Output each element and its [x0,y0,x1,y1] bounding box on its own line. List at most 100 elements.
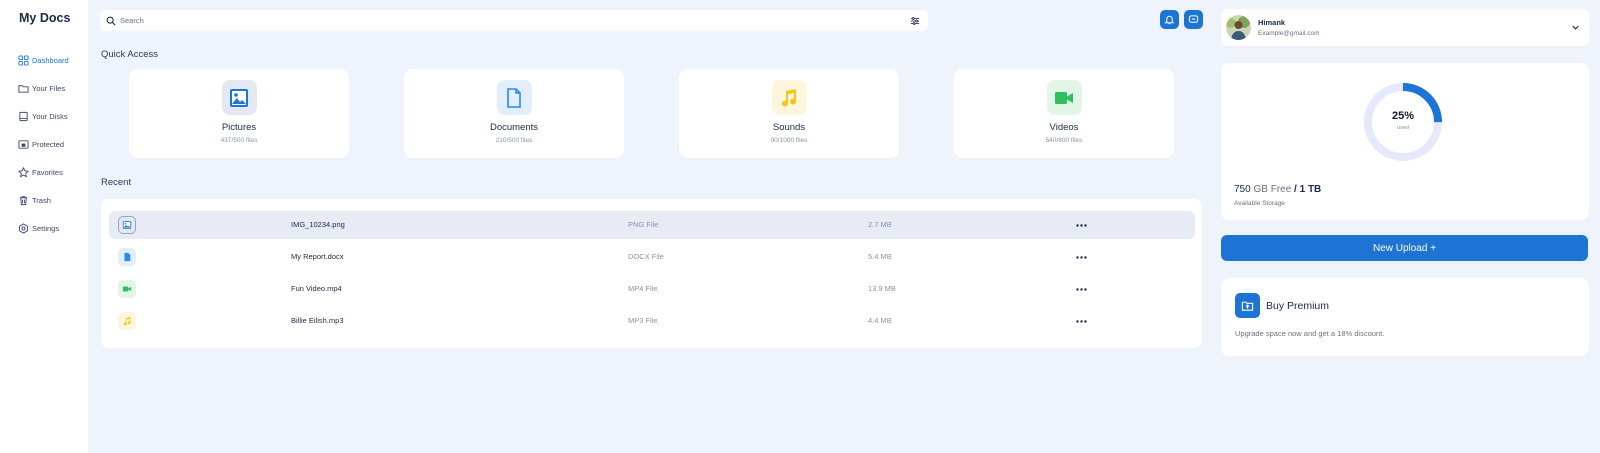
file-type: PNG File [628,220,659,229]
sidebar-item-label: Favorites [32,167,63,177]
search-input[interactable] [120,16,910,25]
folder-icon [18,84,29,93]
sidebar-item-dashboard[interactable]: Dashboard [18,46,69,74]
table-row[interactable]: Billie Eilish.mp3 MP3 File 4.4 MB [109,307,1195,335]
chevron-down-icon [1572,25,1579,30]
sidebar-item-label: Your Files [32,83,66,93]
file-type: MP3 File [628,316,658,325]
storage-total: 1 TB [1299,184,1322,195]
file-name: My Report.docx [291,252,344,261]
search-bar [100,10,928,31]
disk-icon [19,111,28,121]
sidebar-item-settings[interactable]: Settings [18,214,69,242]
music-icon [782,88,797,107]
sidebar-item-protected[interactable]: Protected [18,130,69,158]
more-horizontal-icon [1075,319,1087,323]
storage-card: 25% used 750 GB Free / 1 TB Available St… [1221,63,1589,220]
quick-access-icon-box [496,80,532,115]
table-row[interactable]: My Report.docx DOCX File 5.4 MB [109,243,1195,271]
avatar [1226,15,1251,40]
storage-summary: 750 GB Free / 1 TB [1234,184,1321,195]
table-row[interactable]: IMG_10234.png PNG File 2.7 MB [109,211,1195,239]
quick-access-sounds[interactable]: Sounds 90/1000 files [679,69,899,158]
storage-free-unit: GB Free [1253,184,1292,195]
quick-access-label: Documents [489,122,539,133]
sidebar-item-trash[interactable]: Trash [18,186,69,214]
app-title: My Docs [19,11,71,25]
quick-access-count: 540/800 files [1045,137,1083,144]
quick-access-documents[interactable]: Documents 210/500 files [404,69,624,158]
file-type: MP4 File [628,284,658,293]
sidebar-item-your-files[interactable]: Your Files [18,74,69,102]
file-size: 4.4 MB [868,316,892,325]
document-icon [507,87,521,108]
sidebar-item-label: Protected [32,139,65,149]
premium-text: Upgrade space now and get a 18% discount… [1235,329,1385,338]
video-icon [122,286,132,292]
sidebar-item-label: Dashboard [32,55,69,65]
quick-access-icon-box [771,80,807,115]
lock-folder-icon [18,139,29,149]
search-icon [106,16,116,26]
quick-access-count: 90/1000 files [770,137,808,144]
more-options-button[interactable] [1074,282,1088,296]
document-icon [124,252,131,262]
image-icon [230,88,248,107]
grid-icon [18,54,29,66]
music-icon [123,317,131,326]
sidebar-item-label: Trash [32,195,51,205]
profile-dropdown[interactable]: Himank Example@gmail.com [1221,9,1589,46]
quick-access-label: Pictures [221,122,257,133]
trash-icon [19,195,28,205]
file-type-icon-box [118,216,136,234]
quick-access-icon-box [1046,80,1082,115]
avatar-image [1226,15,1251,40]
sidebar-item-label: Your Disks [32,111,68,121]
file-type-icon-box [118,280,136,298]
storage-donut [1364,83,1442,161]
storage-percent: 25% [1391,110,1415,122]
image-icon [122,221,132,229]
file-type-icon-box [118,248,136,266]
more-horizontal-icon [1075,287,1087,291]
more-horizontal-icon [1075,223,1087,227]
recent-title: Recent [101,177,132,188]
profile-name: Himank [1258,18,1286,27]
filter-icon[interactable] [910,16,920,26]
sidebar-item-label: Settings [32,223,60,233]
table-row[interactable]: Fun Video.mp4 MP4 File 13.9 MB [109,275,1195,303]
bell-icon [1164,15,1175,25]
premium-title: Buy Premium [1266,300,1330,312]
quick-access-label: Sounds [772,122,806,133]
more-options-button[interactable] [1074,218,1088,232]
new-upload-button[interactable]: New Upload + [1221,235,1588,261]
quick-access-count: 210/500 files [495,137,533,144]
file-name: Fun Video.mp4 [291,284,342,293]
sidebar-item-your-disks[interactable]: Your Disks [18,102,69,130]
file-size: 2.7 MB [868,220,892,229]
quick-access-videos[interactable]: Videos 540/800 files [954,69,1174,158]
notifications-button[interactable] [1160,10,1179,29]
file-size: 13.9 MB [868,284,896,293]
more-options-button[interactable] [1074,250,1088,264]
profile-email: Example@gmail.com [1258,30,1320,37]
buy-premium-card[interactable]: Buy Premium Upgrade space now and get a … [1221,278,1589,356]
premium-icon-box [1235,293,1260,318]
storage-used-label: used [1397,125,1409,131]
more-options-button[interactable] [1074,314,1088,328]
storage-free-amount: 750 [1234,184,1251,195]
star-icon [18,166,29,178]
sidebar: My Docs Dashboard Your Files Your Disks … [0,0,88,453]
messages-button[interactable] [1184,10,1203,29]
upload-folder-icon [1241,301,1254,311]
file-name: IMG_10234.png [291,220,345,229]
quick-access-label: Videos [1049,122,1079,133]
recent-files-table: IMG_10234.png PNG File 2.7 MB My Report.… [101,199,1202,348]
more-horizontal-icon [1075,255,1087,259]
file-name: Billie Eilish.mp3 [291,316,344,325]
quick-access-count: 437/500 files [220,137,258,144]
quick-access-pictures[interactable]: Pictures 437/500 files [129,69,349,158]
file-size: 5.4 MB [868,252,892,261]
sidebar-item-favorites[interactable]: Favorites [18,158,69,186]
storage-separator: / [1294,184,1297,195]
